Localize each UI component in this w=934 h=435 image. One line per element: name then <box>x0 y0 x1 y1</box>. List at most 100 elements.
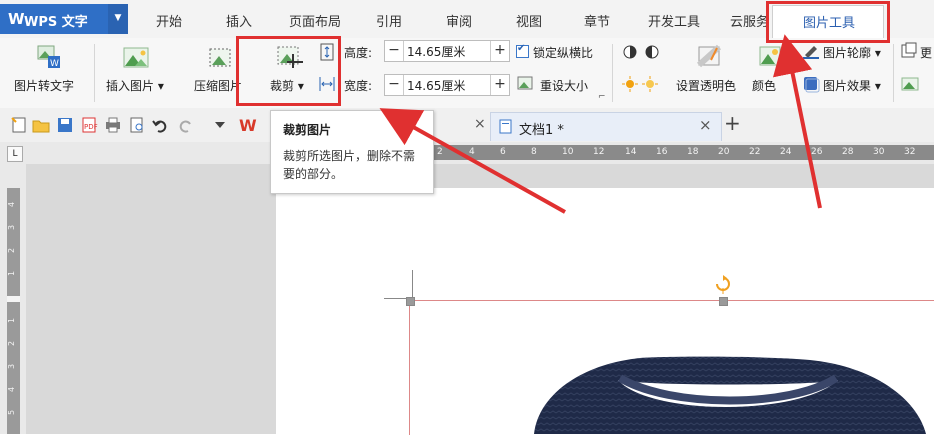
tab-insert[interactable]: 插入 <box>226 11 252 30</box>
picture-to-text-icon: W <box>37 45 60 69</box>
sweater-picture <box>534 356 926 434</box>
tooltip-title: 裁剪图片 <box>283 123 332 137</box>
picture-effect-button[interactable]: 图片效果 ▾ <box>823 77 881 94</box>
svg-text:W: W <box>239 116 257 135</box>
width-stepper[interactable]: − 14.65厘米 + <box>384 74 510 96</box>
document-tab[interactable]: 文档1 * × <box>490 112 722 141</box>
insert-picture-button[interactable]: 插入图片 ▾ <box>106 77 164 94</box>
vertical-ruler-number: 1 <box>7 317 17 324</box>
lock-aspect-ratio-checkbox[interactable] <box>516 43 529 58</box>
rotate-handle-icon[interactable] <box>714 274 732 294</box>
redo-icon[interactable] <box>176 116 194 134</box>
open-folder-icon[interactable] <box>32 116 50 134</box>
ruler-number: 10 <box>562 147 574 157</box>
close-tab-icon[interactable]: × <box>474 116 486 132</box>
ruler-number: 18 <box>687 147 699 157</box>
crop-tooltip: 裁剪图片 裁剪所选图片，删除不需要的部分。 <box>270 110 434 194</box>
width-increase-button[interactable]: + <box>490 75 509 95</box>
tab-review[interactable]: 审阅 <box>446 11 472 30</box>
more-button-label[interactable]: 更 <box>920 44 932 61</box>
close-tab-icon[interactable]: × <box>699 116 712 134</box>
vertical-ruler-number: 1 <box>7 270 17 277</box>
app-dropdown-icon[interactable]: ▼ <box>108 4 128 34</box>
size-dialog-launcher[interactable]: ⌐ <box>598 92 606 102</box>
set-transparent-color-button[interactable]: 设置透明色 <box>676 77 736 94</box>
document-tab-title: 文档1 * <box>519 123 564 138</box>
new-tab-button[interactable]: + <box>724 111 741 135</box>
ruler-number: 30 <box>873 147 885 157</box>
ruler-number: 26 <box>811 147 823 157</box>
width-value[interactable]: 14.65厘米 <box>407 77 465 94</box>
tab-stop-selector[interactable]: L <box>7 146 23 162</box>
height-value[interactable]: 14.65厘米 <box>407 43 465 60</box>
tab-cloud[interactable]: 云服务 <box>730 11 769 30</box>
height-stepper[interactable]: − 14.65厘米 + <box>384 40 510 62</box>
vertical-ruler-number: 3 <box>7 363 17 370</box>
ruler-number: 16 <box>656 147 668 157</box>
ribbon-divider <box>612 44 613 102</box>
ribbon-divider <box>893 44 894 102</box>
lock-aspect-ratio-label: 锁定纵横比 <box>533 46 594 60</box>
resize-handle[interactable] <box>719 297 728 306</box>
print-preview-icon[interactable] <box>128 116 146 134</box>
tab-chapter[interactable]: 章节 <box>584 11 610 30</box>
ruler-number: 12 <box>593 147 605 157</box>
more-picture-icon[interactable] <box>900 75 920 93</box>
color-icon <box>759 46 781 66</box>
picture-outline-label: 图片轮廓 <box>823 46 872 60</box>
vertical-ruler-margin-marker <box>7 296 20 302</box>
height-decrease-button[interactable]: − <box>385 41 404 61</box>
width-decrease-button[interactable]: − <box>385 75 404 95</box>
resize-handle[interactable] <box>406 297 415 306</box>
tab-view[interactable]: 视图 <box>516 11 542 30</box>
tab-page-layout[interactable]: 页面布局 <box>289 11 341 30</box>
width-icon <box>319 77 335 91</box>
tab-start[interactable]: 开始 <box>156 11 182 30</box>
brightness-icon[interactable] <box>622 75 664 93</box>
picture-to-text-button[interactable]: 图片转文字 <box>14 77 74 94</box>
print-icon[interactable] <box>104 116 122 134</box>
wps-w-icon[interactable]: W <box>238 115 260 135</box>
vertical-ruler-number: 2 <box>7 247 17 254</box>
color-button[interactable]: 颜色 <box>752 77 776 94</box>
compress-picture-icon <box>209 48 231 67</box>
height-icon <box>320 43 334 61</box>
ruler-number: 22 <box>749 147 761 157</box>
vertical-ruler-number: 4 <box>7 386 17 393</box>
ruler-number: 14 <box>625 147 637 157</box>
undo-icon[interactable] <box>152 116 170 134</box>
vertical-ruler-number: 5 <box>7 409 17 416</box>
more-options-icon[interactable] <box>900 42 918 60</box>
reset-size-button[interactable]: 重设大小 <box>540 77 588 94</box>
customize-toolbar-icon[interactable] <box>214 120 226 130</box>
picture-outline-button[interactable]: 图片轮廓 ▾ <box>823 44 881 61</box>
ruler-scale <box>432 145 934 160</box>
ruler-number: 32 <box>904 147 916 157</box>
margin-guide <box>412 270 413 300</box>
vertical-ruler-number: 4 <box>7 201 17 208</box>
picture-effect-label: 图片效果 <box>823 79 872 93</box>
height-label: 高度: <box>344 46 373 60</box>
ruler-number: 6 <box>500 147 506 157</box>
app-name: WPS 文字 <box>24 15 88 30</box>
save-icon[interactable] <box>56 116 74 134</box>
ruler-number: 8 <box>531 147 537 157</box>
tab-reference[interactable]: 引用 <box>376 11 402 30</box>
picture-outline-icon <box>803 46 819 59</box>
export-pdf-icon[interactable]: PDF <box>80 116 98 134</box>
dropdown-arrow-icon: ▾ <box>874 79 881 93</box>
height-increase-button[interactable]: + <box>490 41 509 61</box>
ruler-number: 20 <box>718 147 730 157</box>
vertical-ruler-number: 2 <box>7 340 17 347</box>
new-document-icon[interactable] <box>10 116 28 134</box>
app-menu-button[interactable]: W WPS 文字 ▼ <box>0 4 128 34</box>
set-transparent-color-icon <box>696 44 722 68</box>
ruler-number: 24 <box>780 147 792 157</box>
ruler-number: 2 <box>437 147 443 157</box>
compress-picture-button[interactable]: 压缩图片 <box>194 77 242 94</box>
reset-size-icon <box>517 76 533 90</box>
insert-picture-label: 插入图片 <box>106 79 155 93</box>
contrast-icon[interactable] <box>622 43 664 61</box>
tab-developer[interactable]: 开发工具 <box>648 11 700 30</box>
wps-logo-icon: W <box>8 10 25 28</box>
